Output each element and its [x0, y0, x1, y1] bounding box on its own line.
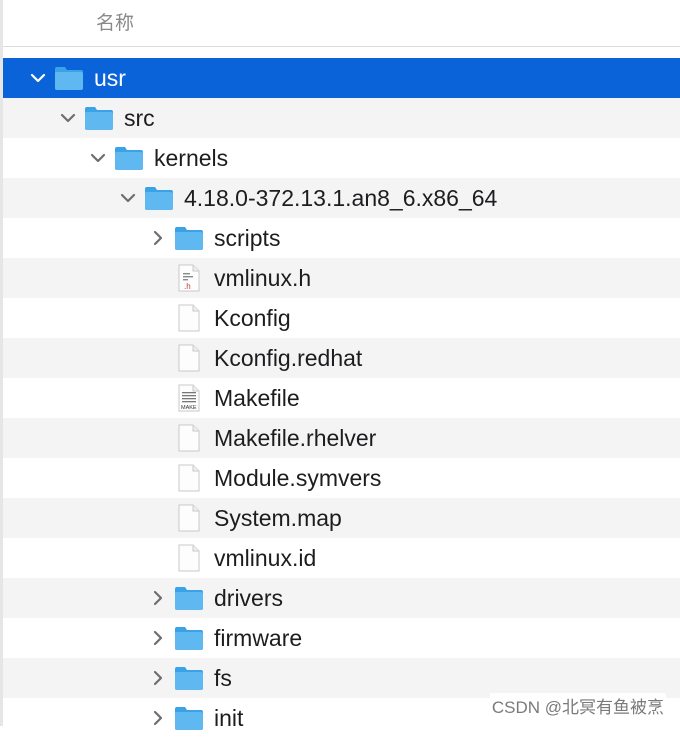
- item-label: firmware: [214, 625, 303, 651]
- file-row[interactable]: System.map: [3, 498, 680, 538]
- folder-row[interactable]: scripts: [3, 218, 680, 258]
- blank-file-icon: [174, 304, 204, 332]
- file-row[interactable]: Kconfig: [3, 298, 680, 338]
- h-file-icon: .h: [174, 264, 204, 292]
- file-tree: usr src kernels 4.18.0-372.13.1.an8_6.x8…: [3, 58, 680, 738]
- folder-icon: [174, 584, 204, 612]
- item-label: Makefile.rhelver: [214, 425, 377, 451]
- folder-row[interactable]: firmware: [3, 618, 680, 658]
- item-label: fs: [214, 665, 232, 691]
- blank-file-icon: [174, 504, 204, 532]
- watermark: CSDN @北冥有鱼被烹: [489, 693, 666, 718]
- chevron-right-icon[interactable]: [148, 668, 168, 688]
- folder-row[interactable]: usr: [3, 58, 680, 98]
- chevron-right-icon[interactable]: [148, 708, 168, 728]
- item-label: usr: [94, 65, 126, 91]
- chevron-down-icon[interactable]: [58, 108, 78, 128]
- svg-text:.h: .h: [184, 282, 191, 291]
- blank-file-icon: [174, 544, 204, 572]
- chevron-right-icon[interactable]: [148, 228, 168, 248]
- chevron-down-icon[interactable]: [118, 188, 138, 208]
- folder-icon: [114, 144, 144, 172]
- folder-row[interactable]: drivers: [3, 578, 680, 618]
- folder-icon: [144, 184, 174, 212]
- item-label: Makefile: [214, 385, 300, 411]
- name-column-header[interactable]: 名称: [96, 8, 134, 35]
- folder-icon: [174, 664, 204, 692]
- column-header: 名称: [3, 0, 680, 47]
- item-label: vmlinux.h: [214, 265, 312, 291]
- file-row[interactable]: vmlinux.id: [3, 538, 680, 578]
- item-label: 4.18.0-372.13.1.an8_6.x86_64: [184, 185, 498, 211]
- blank-file-icon: [174, 424, 204, 452]
- folder-icon: [174, 224, 204, 252]
- folder-icon: [54, 64, 84, 92]
- item-label: kernels: [154, 145, 229, 171]
- item-label: init: [214, 705, 244, 731]
- chevron-down-icon[interactable]: [88, 148, 108, 168]
- folder-row[interactable]: fs: [3, 658, 680, 698]
- chevron-right-icon[interactable]: [148, 628, 168, 648]
- item-label: Kconfig.redhat: [214, 345, 363, 371]
- item-label: scripts: [214, 225, 281, 251]
- file-row[interactable]: Makefile.rhelver: [3, 418, 680, 458]
- svg-text:MAKE: MAKE: [181, 405, 197, 411]
- blank-file-icon: [174, 464, 204, 492]
- makefile-icon: MAKE: [174, 384, 204, 412]
- file-row[interactable]: Module.symvers: [3, 458, 680, 498]
- item-label: Kconfig: [214, 305, 291, 331]
- item-label: vmlinux.id: [214, 545, 317, 571]
- folder-row[interactable]: 4.18.0-372.13.1.an8_6.x86_64: [3, 178, 680, 218]
- folder-row[interactable]: src: [3, 98, 680, 138]
- file-row[interactable]: .h vmlinux.h: [3, 258, 680, 298]
- item-label: drivers: [214, 585, 284, 611]
- blank-file-icon: [174, 344, 204, 372]
- chevron-down-icon[interactable]: [28, 68, 48, 88]
- file-row[interactable]: MAKE Makefile: [3, 378, 680, 418]
- item-label: Module.symvers: [214, 465, 382, 491]
- folder-icon: [84, 104, 114, 132]
- item-label: src: [124, 105, 155, 131]
- folder-icon: [174, 704, 204, 732]
- file-row[interactable]: Kconfig.redhat: [3, 338, 680, 378]
- folder-row[interactable]: kernels: [3, 138, 680, 178]
- item-label: System.map: [214, 505, 342, 531]
- folder-icon: [174, 624, 204, 652]
- chevron-right-icon[interactable]: [148, 588, 168, 608]
